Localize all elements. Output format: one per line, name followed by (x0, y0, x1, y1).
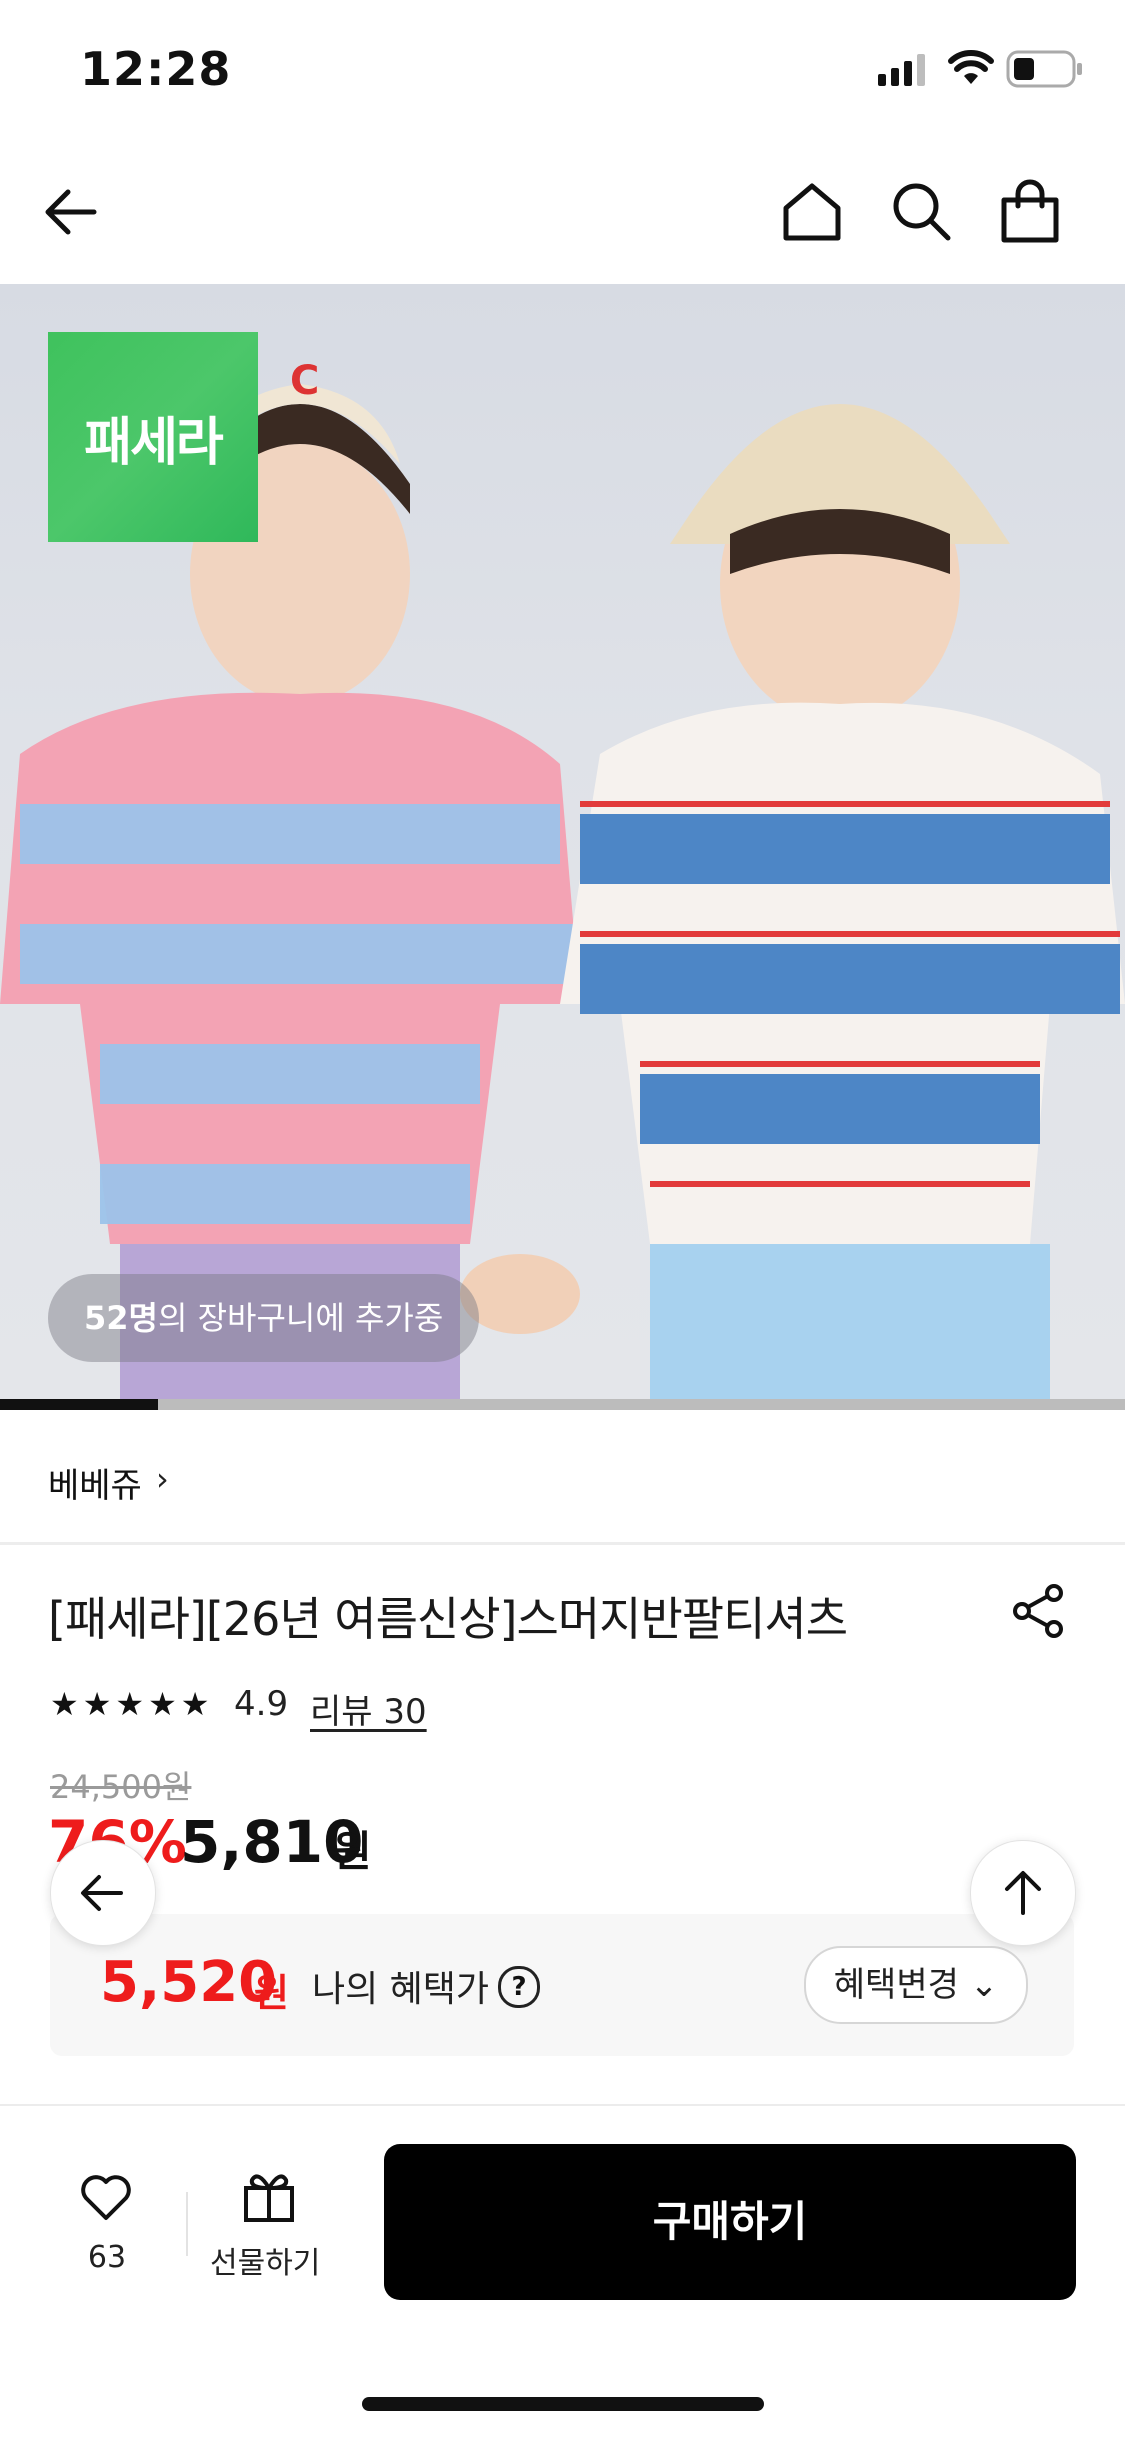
floating-back-button[interactable] (50, 1840, 156, 1946)
chevron-right-icon: › (156, 1460, 169, 1498)
status-time: 12:28 (80, 42, 232, 96)
cart-activity-text: 의 장바구니에 추가중 (157, 1299, 444, 1337)
benefit-label: 나의 혜택가 (312, 1969, 490, 2010)
back-arrow-icon[interactable] (38, 176, 110, 248)
change-benefit-label: 혜택변경 (833, 1965, 959, 2005)
cart-activity-badge: 52명의 장바구니에 추가중 (48, 1274, 480, 1362)
cellular-signal-icon (878, 54, 925, 86)
reviews-link[interactable]: 리뷰 30 (310, 1684, 427, 1733)
status-bar: 12:28 (0, 0, 1125, 140)
brand-logo-badge: 패세라 (48, 332, 258, 542)
product-image-carousel[interactable]: C 패세라 52명의 장바구니에 추가중 (0, 284, 1125, 1410)
battery-icon (1006, 50, 1082, 88)
my-benefit-price-box: 5,520 원 나의 혜택가 ? 혜택변경 ⌄ (50, 1914, 1074, 2056)
scroll-to-top-button[interactable] (970, 1840, 1076, 1946)
benefit-price: 5,520 (100, 1950, 278, 2015)
help-icon[interactable]: ? (498, 1966, 540, 2008)
arrow-up-icon (1005, 1871, 1041, 1915)
carousel-progress-track (0, 1399, 1125, 1410)
shopping-bag-icon[interactable] (994, 176, 1066, 248)
carousel-progress-fill (0, 1399, 158, 1410)
search-icon[interactable] (886, 176, 958, 248)
divider (186, 2192, 188, 2256)
arrow-left-icon (81, 1875, 123, 1911)
bottom-action-bar: 63 선물하기 구매하기 (0, 2104, 1125, 2438)
original-price: 24,500원 (50, 1768, 192, 1806)
sale-price-unit: 원 (333, 1827, 372, 1876)
home-indicator (362, 2397, 764, 2411)
change-benefit-button[interactable]: 혜택변경 ⌄ (804, 1946, 1028, 2024)
benefit-price-unit: 원 (254, 1971, 289, 2015)
wifi-icon (948, 50, 994, 84)
gift-icon[interactable] (240, 2166, 298, 2224)
product-title: [패세라][26년 여름신상]스머지반팔티셔츠 (48, 1592, 848, 1646)
gift-label[interactable]: 선물하기 (210, 2238, 320, 2282)
rating-value: 4.9 (234, 1684, 289, 1724)
heart-icon[interactable] (78, 2168, 134, 2224)
share-icon[interactable] (1010, 1583, 1066, 1639)
brand-name: 베베쥬 (48, 1466, 142, 1506)
like-count: 63 (87, 2240, 127, 2275)
rating-stars-icon: ★★★★★ (50, 1685, 214, 1723)
chevron-down-icon: ⌄ (969, 1965, 999, 2005)
brand-link[interactable]: 베베쥬 › (0, 1410, 1125, 1545)
home-icon[interactable] (776, 176, 848, 248)
cart-count: 52명 (84, 1299, 158, 1337)
top-nav (0, 140, 1125, 286)
svg-text:C: C (290, 358, 319, 404)
buy-button[interactable]: 구매하기 (384, 2144, 1076, 2300)
